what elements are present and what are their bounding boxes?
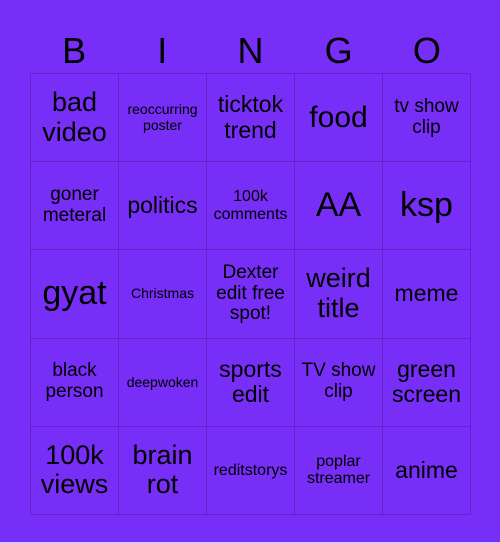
bingo-cell[interactable]: meme <box>383 250 471 339</box>
bingo-cell[interactable]: gyat <box>31 250 119 339</box>
bingo-cell[interactable]: weird title <box>295 250 383 339</box>
bingo-cell[interactable]: TV show clip <box>295 338 383 427</box>
bingo-cell[interactable]: politics <box>119 162 207 251</box>
bingo-cell[interactable]: goner meteral <box>31 162 119 251</box>
bingo-cell[interactable]: anime <box>383 426 471 515</box>
bingo-cell[interactable]: ticktok trend <box>207 74 295 163</box>
bingo-cell[interactable]: ksp <box>383 162 471 251</box>
bingo-cell[interactable]: AA <box>295 162 383 251</box>
header-letter-i: I <box>157 30 168 71</box>
bingo-cell[interactable]: sports edit <box>207 338 295 427</box>
bingo-cell[interactable]: brain rot <box>119 426 207 515</box>
bingo-cell[interactable]: bad video <box>31 74 119 163</box>
bingo-cell[interactable]: 100k views <box>31 426 119 515</box>
bingo-header: B I N G O <box>30 28 471 73</box>
bingo-card: bad video reoccurring poster ticktok tre… <box>30 73 471 515</box>
bingo-cell[interactable]: green screen <box>383 338 471 427</box>
bingo-cell free-space[interactable]: Dexter edit free spot! <box>207 250 295 339</box>
bingo-cell[interactable]: 100k comments <box>207 162 295 251</box>
bingo-cell[interactable]: deepwoken <box>119 338 207 427</box>
bingo-cell[interactable]: food <box>295 74 383 163</box>
bingo-cell[interactable]: reditstorys <box>207 426 295 515</box>
header-letter-b: B <box>62 30 87 71</box>
header-letter-o: O <box>412 30 441 71</box>
bingo-cell[interactable]: Christmas <box>119 250 207 339</box>
bingo-cell[interactable]: reoccurring poster <box>119 74 207 163</box>
header-letter-n: N <box>237 30 264 71</box>
bingo-cell[interactable]: poplar streamer <box>295 426 383 515</box>
bingo-cell[interactable]: black person <box>31 338 119 427</box>
header-letter-g: G <box>324 30 353 71</box>
bingo-cell[interactable]: tv show clip <box>383 74 471 163</box>
